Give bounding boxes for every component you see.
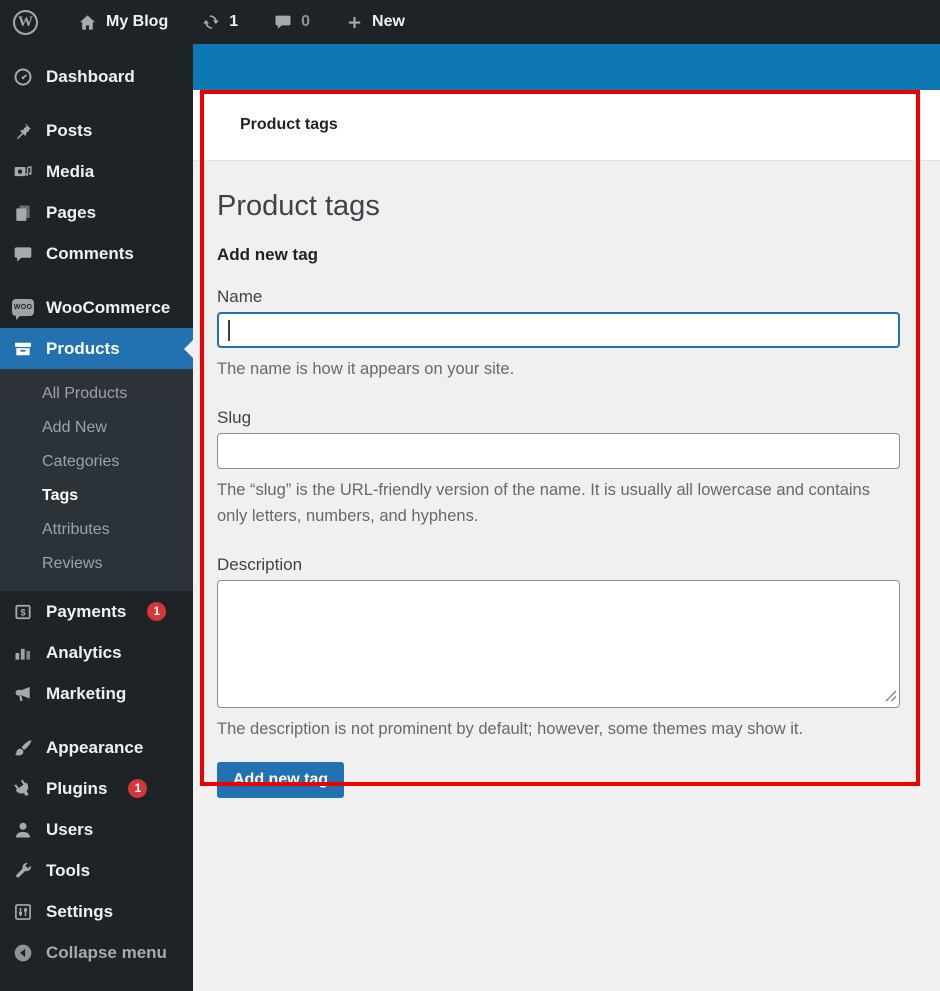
submenu-item-add-new[interactable]: Add New	[0, 411, 193, 445]
page-title: Product tags	[217, 190, 380, 222]
pushpin-icon	[12, 120, 34, 142]
sidebar-item-tools[interactable]: Tools	[0, 850, 193, 891]
sidebar-item-woocommerce[interactable]: WOO WooCommerce	[0, 287, 193, 328]
media-icon	[12, 161, 34, 183]
name-field-group: Name The name is how it appears on your …	[217, 287, 900, 382]
sidebar-item-plugins[interactable]: Plugins 1	[0, 768, 193, 809]
description-textarea[interactable]	[217, 580, 900, 708]
sidebar-item-label: Dashboard	[46, 66, 135, 86]
resize-grip-icon[interactable]	[885, 690, 897, 702]
plug-icon	[12, 778, 34, 800]
name-input[interactable]	[217, 312, 900, 348]
site-name: My Blog	[106, 13, 169, 30]
wordpress-menu[interactable]: W	[0, 0, 51, 44]
breadcrumb[interactable]: Product tags	[240, 116, 338, 134]
sidebar-item-label: Payments	[46, 601, 127, 621]
sidebar-item-payments[interactable]: $ Payments 1	[0, 591, 193, 632]
admin-sidebar: Dashboard Posts Media Pages Comments WOO…	[0, 44, 193, 991]
name-label: Name	[217, 287, 263, 306]
sidebar-item-label: Products	[46, 338, 120, 358]
sidebar-separator	[0, 714, 193, 727]
svg-text:$: $	[20, 607, 25, 617]
sidebar-item-posts[interactable]: Posts	[0, 110, 193, 151]
wordpress-logo-icon: W	[13, 9, 38, 35]
sidebar-item-appearance[interactable]: Appearance	[0, 727, 193, 768]
pages-icon	[12, 202, 34, 224]
sidebar-separator	[0, 274, 193, 287]
sidebar-item-products[interactable]: Products	[0, 328, 193, 369]
submenu-item-categories[interactable]: Categories	[0, 445, 193, 479]
sidebar-item-label: Plugins	[46, 778, 108, 798]
sidebar-item-comments[interactable]: Comments	[0, 233, 193, 274]
sidebar-item-label: Collapse menu	[46, 942, 167, 962]
sidebar-item-users[interactable]: Users	[0, 809, 193, 850]
submenu-item-all-products[interactable]: All Products	[0, 377, 193, 411]
sidebar-item-media[interactable]: Media	[0, 151, 193, 192]
megaphone-icon	[12, 683, 34, 705]
products-icon	[12, 338, 34, 360]
sidebar-item-collapse-menu[interactable]: Collapse menu	[0, 932, 193, 973]
sidebar-item-pages[interactable]: Pages	[0, 192, 193, 233]
slug-input[interactable]	[217, 433, 900, 469]
payments-icon: $	[12, 601, 34, 623]
sidebar-separator	[0, 97, 193, 110]
bar-chart-icon	[12, 642, 34, 664]
page-content: Product tags Add new tag Name The name i…	[193, 189, 940, 798]
description-label: Description	[217, 555, 303, 574]
plugins-badge: 1	[128, 779, 148, 798]
sidebar-item-dashboard[interactable]: Dashboard	[0, 56, 193, 97]
submenu-item-attributes[interactable]: Attributes	[0, 513, 193, 547]
collapse-arrow-icon	[12, 942, 34, 964]
sidebar-item-label: Analytics	[46, 642, 122, 662]
home-icon	[78, 13, 97, 32]
sidebar-item-marketing[interactable]: Marketing	[0, 673, 193, 714]
admin-bar: W My Blog 1 0 New	[0, 0, 940, 44]
comment-bubble-icon	[274, 13, 292, 31]
wrench-icon	[12, 860, 34, 882]
site-link[interactable]: My Blog	[65, 0, 181, 44]
products-submenu: All Products Add New Categories Tags Att…	[0, 369, 193, 591]
woocommerce-icon: WOO	[12, 297, 34, 320]
new-label: New	[372, 13, 405, 30]
submenu-item-tags[interactable]: Tags	[0, 479, 193, 513]
user-icon	[12, 819, 34, 841]
comment-count: 0	[301, 13, 311, 30]
payments-badge: 1	[147, 602, 167, 621]
dashboard-icon	[12, 66, 34, 88]
update-icon	[202, 13, 220, 31]
main-area: Product tags Product tags Add new tag Na…	[193, 44, 940, 991]
sidebar-item-label: WooCommerce	[46, 297, 171, 317]
comments-indicator[interactable]: 0	[261, 0, 323, 44]
sidebar-item-label: Appearance	[46, 737, 144, 757]
sidebar-item-label: Comments	[46, 243, 134, 263]
brush-icon	[12, 737, 34, 759]
sidebar-item-label: Users	[46, 819, 94, 839]
submenu-item-reviews[interactable]: Reviews	[0, 547, 193, 581]
sidebar-item-label: Marketing	[46, 683, 127, 703]
sidebar-item-label: Tools	[46, 860, 91, 880]
sidebar-item-label: Media	[46, 161, 95, 181]
plus-icon	[346, 14, 363, 31]
description-help-text: The description is not prominent by defa…	[217, 720, 804, 738]
slug-help-text: The “slug” is the URL-friendly version o…	[217, 481, 870, 525]
add-new-tag-section-title: Add new tag	[217, 245, 319, 264]
sidebar-item-analytics[interactable]: Analytics	[0, 632, 193, 673]
woocommerce-header-bar	[193, 44, 940, 90]
page-header-bar: Product tags	[193, 90, 940, 161]
sidebar-item-label: Settings	[46, 901, 114, 921]
name-help-text: The name is how it appears on your site.	[217, 360, 515, 378]
sidebar-item-settings[interactable]: Settings	[0, 891, 193, 932]
update-count: 1	[229, 13, 239, 30]
sliders-icon	[12, 901, 34, 923]
sidebar-item-label: Pages	[46, 202, 97, 222]
updates-indicator[interactable]: 1	[189, 0, 251, 44]
sidebar-item-label: Posts	[46, 120, 93, 140]
new-content-menu[interactable]: New	[333, 0, 418, 44]
add-new-tag-button[interactable]: Add new tag	[217, 762, 345, 798]
slug-label: Slug	[217, 408, 252, 427]
description-field-group: Description The description is not promi…	[217, 555, 900, 742]
comments-icon	[12, 243, 34, 265]
slug-field-group: Slug The “slug” is the URL-friendly vers…	[217, 408, 900, 529]
